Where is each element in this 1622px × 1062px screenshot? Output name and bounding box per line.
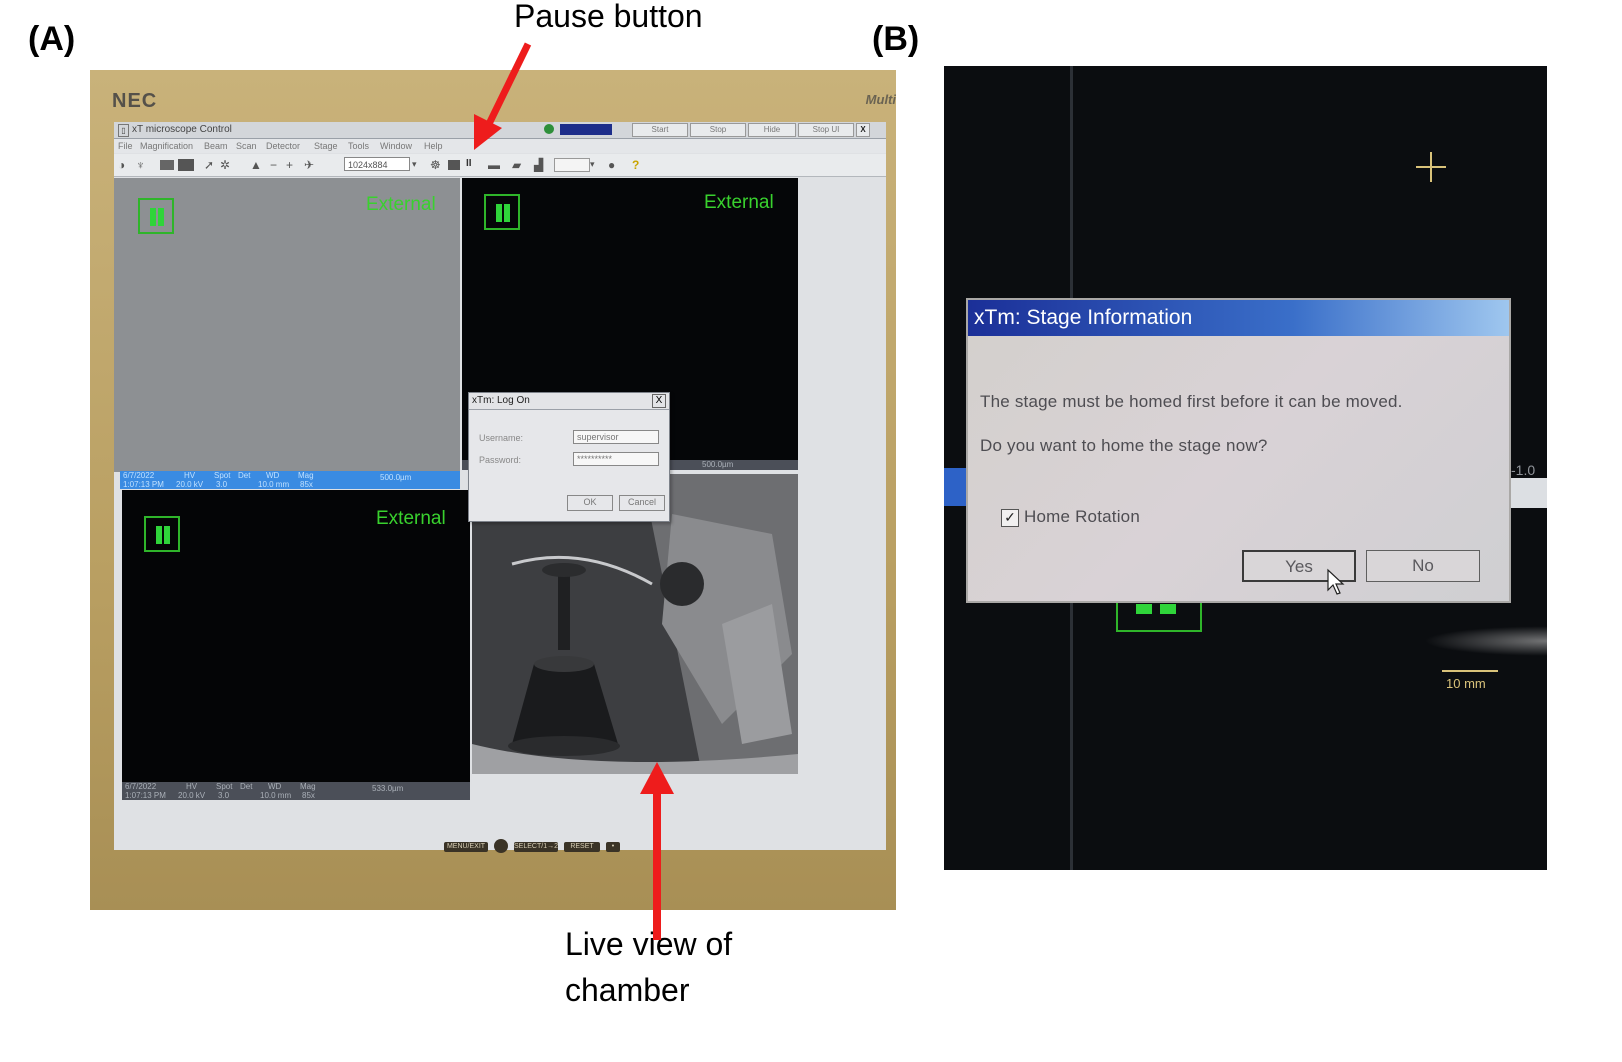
stage-dialog-title: xTm: Stage Information — [968, 300, 1509, 336]
stage-information-dialog: xTm: Stage Information The stage must be… — [966, 298, 1511, 603]
sample-glare — [1424, 626, 1547, 656]
edge-value: -1.0 — [1511, 462, 1536, 478]
scale-bar — [1442, 670, 1498, 672]
pause-arrow-shaft — [484, 42, 532, 128]
no-button[interactable]: No — [1366, 550, 1480, 582]
mouse-cursor-icon — [1327, 568, 1345, 595]
stage-dialog-question: Do you want to home the stage now? — [980, 436, 1268, 455]
panel-b-screen: -1.0 10 mm xTm: Stage Information The st… — [944, 66, 1547, 870]
scale-bar-label: 10 mm — [1446, 676, 1486, 691]
pause-indicator-icon — [1116, 602, 1202, 632]
live-view-arrow-head — [640, 762, 674, 794]
edge-strip — [1511, 478, 1547, 508]
crosshair-icon-vertical — [1430, 152, 1432, 182]
stage-dialog-message: The stage must be homed first before it … — [980, 392, 1403, 411]
side-databar — [944, 468, 966, 506]
home-rotation-label: Home Rotation — [1024, 507, 1140, 526]
home-rotation-checkbox[interactable]: ✓ — [1001, 509, 1019, 527]
